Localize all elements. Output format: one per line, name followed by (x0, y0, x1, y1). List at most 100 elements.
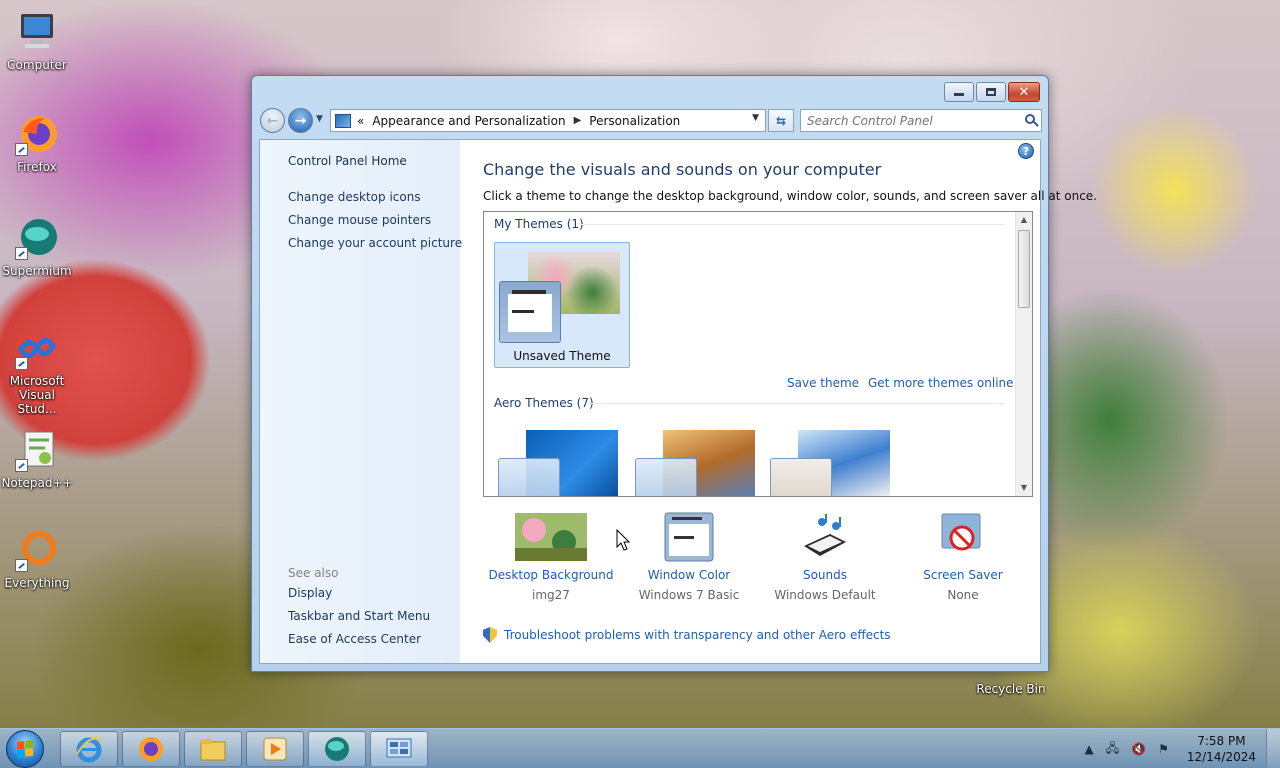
show-hidden-icons-icon[interactable]: ▲ (1084, 742, 1093, 756)
uac-shield-icon (483, 627, 497, 643)
change-mouse-pointers-link[interactable]: Change mouse pointers (288, 213, 431, 227)
everything-icon (15, 528, 59, 572)
window-color-setting[interactable]: Window Color Windows 7 Basic (621, 512, 757, 602)
desktop-icon-label: Firefox (17, 160, 57, 174)
maximize-button[interactable] (976, 82, 1006, 102)
taskbar: ▲ 🖧 🔇 ⚑ 7:58 PM 12/14/2024 (0, 728, 1280, 768)
search-input[interactable] (801, 110, 1011, 131)
change-account-picture-link[interactable]: Change your account picture (288, 236, 462, 250)
theme-list[interactable]: My Themes (1) Unsaved Theme Save theme G… (483, 211, 1033, 497)
address-bar[interactable]: « Appearance and Personalization ▶ Perso… (330, 109, 766, 132)
recent-pages-dropdown[interactable]: ▼ (316, 114, 323, 124)
windows-logo-icon (17, 740, 33, 758)
breadcrumb-separator-icon[interactable]: ▶ (574, 115, 582, 126)
taskbar-internet-explorer[interactable] (60, 731, 118, 767)
theme-window-color-thumbnail (770, 458, 832, 496)
supermium-icon (15, 216, 59, 260)
control-panel-home-link[interactable]: Control Panel Home (288, 154, 407, 168)
screen-saver-label[interactable]: Screen Saver (895, 568, 1031, 582)
desktop-icon-firefox[interactable]: Firefox (0, 112, 76, 174)
internet-explorer-icon (76, 737, 102, 763)
taskbar-file-explorer[interactable] (184, 731, 242, 767)
theme-window-color-thumbnail (635, 458, 697, 496)
volume-muted-icon[interactable]: 🔇 (1131, 742, 1146, 756)
firefox-icon (139, 737, 163, 761)
aero-themes-header[interactable]: Aero Themes (7) (494, 396, 594, 410)
aero-theme-architecture[interactable] (635, 430, 759, 496)
start-button[interactable] (6, 730, 44, 768)
system-tray: ▲ 🖧 🔇 ⚑ 7:58 PM 12/14/2024 (1084, 729, 1280, 768)
breadcrumb-appearance[interactable]: Appearance and Personalization (372, 114, 565, 128)
refresh-button[interactable]: ⇆ (768, 109, 794, 132)
clock[interactable]: 7:58 PM 12/14/2024 (1187, 733, 1256, 765)
breadcrumb-root[interactable]: « (357, 114, 364, 128)
my-themes-header[interactable]: My Themes (1) (494, 217, 584, 231)
taskbar-supermium[interactable] (308, 731, 366, 767)
scroll-up-icon[interactable]: ▲ (1016, 212, 1032, 228)
help-icon[interactable]: ? (1018, 143, 1034, 159)
theme-list-scrollbar[interactable]: ▲ ▼ (1015, 212, 1032, 496)
desktop-background-value: img27 (532, 588, 570, 602)
forward-arrow-icon: → (294, 112, 307, 129)
content-area: Control Panel Home Change desktop icons … (259, 139, 1097, 664)
change-desktop-icons-link[interactable]: Change desktop icons (288, 190, 421, 204)
taskbar-firefox[interactable] (122, 731, 180, 767)
desktop-background-icon (515, 512, 587, 562)
desktop-icon-notepadpp[interactable]: Notepad++ (0, 428, 76, 490)
supermium-icon (325, 737, 349, 761)
scroll-down-icon[interactable]: ▼ (1016, 480, 1032, 496)
network-icon[interactable]: 🖧 (1106, 739, 1119, 760)
forward-button[interactable]: → (288, 108, 313, 133)
mouse-cursor-icon (616, 529, 630, 551)
scroll-thumb[interactable] (1018, 230, 1030, 308)
unsaved-theme-tile[interactable]: Unsaved Theme (494, 242, 630, 368)
desktop-icon-recycle-bin[interactable]: Recycle Bin (972, 682, 1050, 696)
see-also-header: See also (288, 566, 339, 580)
desktop-icon-everything[interactable]: Everything (0, 528, 76, 590)
aero-theme-windows7[interactable] (498, 430, 622, 496)
address-dropdown-icon[interactable]: ▼ (752, 113, 759, 123)
desktop-icon-supermium[interactable]: Supermium (0, 216, 76, 278)
sounds-label[interactable]: Sounds (757, 568, 893, 582)
action-center-flag-icon[interactable]: ⚑ (1158, 742, 1169, 756)
minimize-button[interactable] (944, 82, 974, 102)
search-box[interactable] (800, 109, 1042, 132)
breadcrumb-personalization[interactable]: Personalization (589, 114, 680, 128)
back-arrow-icon: ← (266, 112, 279, 129)
troubleshoot-aero-link[interactable]: Troubleshoot problems with transparency … (483, 627, 891, 643)
taskbar-start-menu-link[interactable]: Taskbar and Start Menu (288, 609, 430, 623)
sounds-setting[interactable]: Sounds Windows Default (757, 512, 893, 602)
desktop-background-label[interactable]: Desktop Background (483, 568, 619, 582)
screen-saver-setting[interactable]: Screen Saver None (895, 512, 1031, 602)
shortcut-arrow-icon (15, 357, 28, 370)
screen-saver-icon (938, 512, 988, 562)
save-theme-link[interactable]: Save theme (787, 376, 859, 390)
desktop-background-setting[interactable]: Desktop Background img27 (483, 512, 619, 602)
clock-date: 12/14/2024 (1186, 750, 1256, 764)
get-more-themes-link[interactable]: Get more themes online (868, 376, 1014, 390)
desktop-icon-visual-studio[interactable]: Microsoft Visual Stud... (0, 326, 76, 416)
unsaved-theme-label: Unsaved Theme (513, 349, 611, 363)
file-explorer-icon (200, 739, 226, 761)
notepadpp-icon (15, 428, 59, 472)
aero-theme-characters[interactable] (770, 430, 894, 496)
search-icon[interactable] (1025, 114, 1035, 124)
firefox-icon (15, 112, 59, 156)
taskbar-control-panel[interactable] (370, 731, 428, 767)
ease-of-access-link[interactable]: Ease of Access Center (288, 632, 421, 646)
desktop-icon-computer[interactable]: Computer (0, 10, 76, 72)
window-color-label[interactable]: Window Color (621, 568, 757, 582)
taskbar-media-player[interactable] (246, 731, 304, 767)
group-divider (580, 224, 1004, 225)
back-button[interactable]: ← (260, 108, 285, 133)
sounds-value: Windows Default (774, 588, 876, 602)
show-desktop-button[interactable] (1266, 729, 1280, 768)
troubleshoot-label[interactable]: Troubleshoot problems with transparency … (504, 628, 891, 642)
page-subtitle: Click a theme to change the desktop back… (483, 189, 1097, 203)
desktop-icon-label: Supermium (2, 264, 72, 278)
close-button[interactable]: ✕ (1008, 82, 1040, 102)
computer-icon (15, 10, 59, 54)
display-link[interactable]: Display (288, 586, 332, 600)
control-panel-icon (335, 113, 351, 128)
visual-studio-icon (15, 326, 59, 370)
